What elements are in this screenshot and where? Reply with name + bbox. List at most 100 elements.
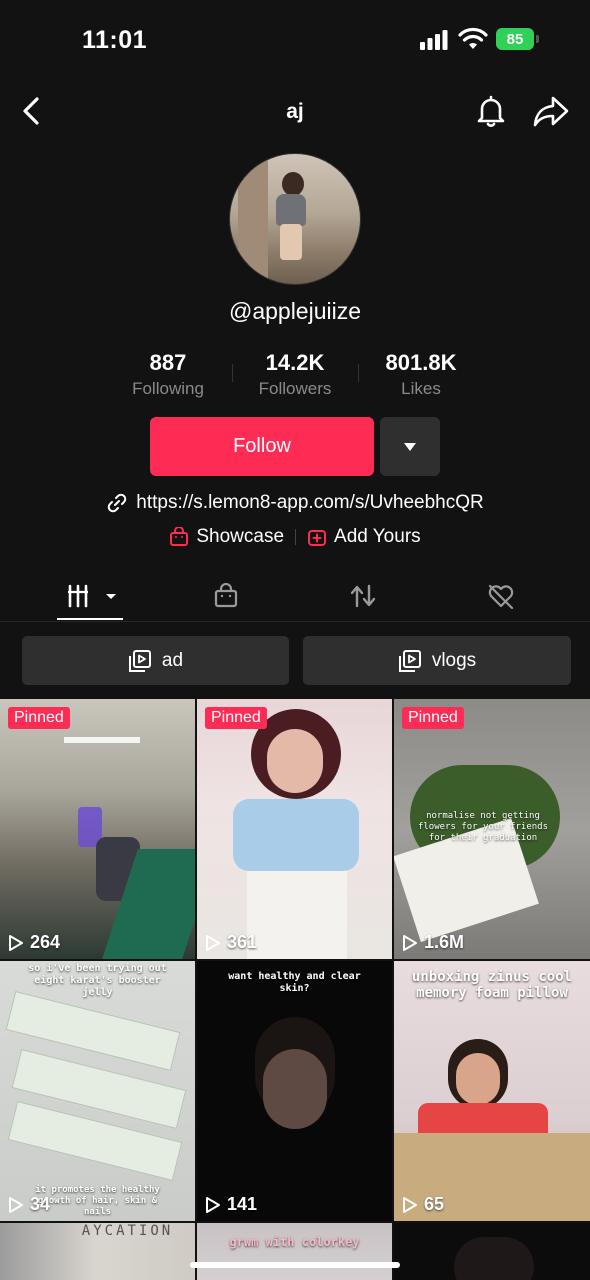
video-thumbnail[interactable]: Pinned 361 (197, 699, 392, 959)
stat-following[interactable]: 887 Following (105, 350, 231, 402)
view-count-text: 361 (227, 932, 258, 952)
avatar-door (238, 154, 268, 284)
play-icon (403, 1196, 417, 1213)
battery-indicator: 85 (496, 28, 534, 50)
pinned-badge: Pinned (8, 707, 70, 729)
pinned-badge: Pinned (205, 707, 267, 729)
status-time: 11:01 (82, 26, 148, 54)
avatar-figure-legs (280, 224, 302, 260)
avatar[interactable] (229, 153, 361, 285)
video-caption: grwm with colorkey (229, 1235, 360, 1249)
bio-link[interactable]: https://s.lemon8-app.com/s/UvheebhcQR (0, 492, 590, 514)
shop-bag-icon (214, 583, 238, 608)
view-count-text: 141 (227, 1194, 258, 1214)
video-thumbnail[interactable]: AYCATION (0, 1223, 195, 1280)
view-count-text: 264 (30, 932, 61, 952)
share-icon[interactable] (532, 94, 570, 128)
video-caption: want healthy and clear skin? (228, 971, 361, 994)
follow-button[interactable]: Follow (150, 417, 374, 476)
top-nav: aj (0, 80, 590, 142)
profile-stats: 887 Following 14.2K Followers 801.8K Lik… (105, 350, 485, 404)
suggested-accounts-button[interactable] (380, 417, 440, 476)
profile-tabs (0, 566, 590, 622)
tab-videos[interactable] (60, 578, 120, 614)
play-icon (403, 934, 417, 951)
thumb-face (263, 1049, 327, 1129)
tab-liked[interactable] (483, 578, 519, 614)
stat-value: 887 (149, 350, 187, 375)
link-icon (108, 493, 127, 513)
thumb-hair (454, 1237, 534, 1280)
thumb-top (233, 799, 359, 871)
video-thumbnail[interactable]: unboxing zinus cool memory foam pillow 6… (394, 961, 590, 1221)
view-count: 361 (205, 932, 257, 953)
view-count: 65 (402, 1194, 444, 1215)
shopping-bag-icon (170, 527, 189, 546)
play-icon (206, 1196, 220, 1213)
view-count-text: 34 (30, 1194, 51, 1214)
view-count-text: 65 (424, 1194, 445, 1214)
add-yours-label: Add Yours (334, 526, 421, 547)
video-thumbnail[interactable]: Pinned 264 (0, 699, 195, 959)
showcase-link[interactable]: Showcase (169, 526, 284, 548)
wifi-icon (458, 27, 488, 49)
view-count: 264 (8, 932, 60, 953)
avatar-figure-head (282, 172, 304, 196)
add-yours-link[interactable]: Add Yours (307, 526, 421, 548)
stat-value: 14.2K (265, 350, 325, 375)
pinned-badge: Pinned (402, 707, 464, 729)
playlist-icon (128, 649, 151, 672)
view-count: 141 (205, 1194, 257, 1215)
playlist-icon (398, 649, 421, 672)
bio-link-text: https://s.lemon8-app.com/s/UvheebhcQR (136, 492, 484, 513)
stat-label: Following (132, 379, 204, 398)
bio-actions: Showcase Add Yours (0, 526, 590, 548)
tab-reposts[interactable] (345, 578, 381, 614)
battery-tip (536, 35, 539, 43)
view-count-text: 1.6M (424, 932, 465, 952)
playlist-label: vlogs (431, 649, 477, 671)
stat-followers[interactable]: 14.2K Followers (232, 350, 358, 402)
bio-divider (295, 529, 297, 545)
video-caption-secondary: it promotes the healthy growth of hair, … (35, 1185, 160, 1217)
videos-grid-icon (68, 584, 116, 608)
playlist-ad[interactable]: ad (22, 636, 289, 685)
thumb-face (456, 1053, 500, 1105)
thumb-face (267, 729, 323, 793)
view-count: 34 (8, 1194, 50, 1215)
view-count: 1.6M (402, 932, 464, 953)
repost-icon (350, 584, 376, 608)
tab-active-indicator (57, 618, 123, 620)
home-indicator[interactable] (190, 1262, 400, 1268)
thumb-light (64, 737, 140, 743)
showcase-label: Showcase (196, 526, 285, 547)
video-caption: normalise not getting flowers for your f… (417, 811, 549, 843)
stat-likes[interactable]: 801.8K Likes (358, 350, 484, 402)
video-thumbnail[interactable]: normalise not getting flowers for your f… (394, 699, 590, 959)
video-thumbnail[interactable]: grwm with colorkey (197, 1223, 392, 1280)
playlist-vlogs[interactable]: vlogs (303, 636, 571, 685)
thumb-skirt (247, 871, 347, 959)
play-icon (9, 1196, 23, 1213)
stat-label: Likes (401, 379, 441, 398)
video-caption: so i've been trying out eight karat's bo… (28, 963, 167, 998)
tab-shop[interactable] (208, 578, 244, 614)
status-bar: 11:01 85 (0, 0, 590, 80)
username: @applejuiize (228, 298, 362, 324)
play-icon (206, 934, 220, 951)
video-thumbnail[interactable]: so i've been trying out eight karat's bo… (0, 961, 195, 1221)
playlist-label: ad (161, 649, 184, 671)
signal-icon (420, 30, 448, 50)
avatar-figure-body (276, 194, 306, 226)
video-caption: unboxing zinus cool memory foam pillow (411, 969, 573, 1001)
video-caption: AYCATION (81, 1223, 174, 1239)
stat-value: 801.8K (385, 350, 457, 375)
liked-hidden-icon (488, 584, 514, 610)
video-thumbnail[interactable] (394, 1223, 590, 1280)
play-icon (9, 934, 23, 951)
add-yours-icon (308, 530, 327, 546)
bell-icon[interactable] (474, 94, 508, 128)
video-thumbnail[interactable]: want healthy and clear skin? 141 (197, 961, 392, 1221)
caret-down-icon (404, 442, 416, 451)
stat-label: Followers (258, 379, 332, 398)
